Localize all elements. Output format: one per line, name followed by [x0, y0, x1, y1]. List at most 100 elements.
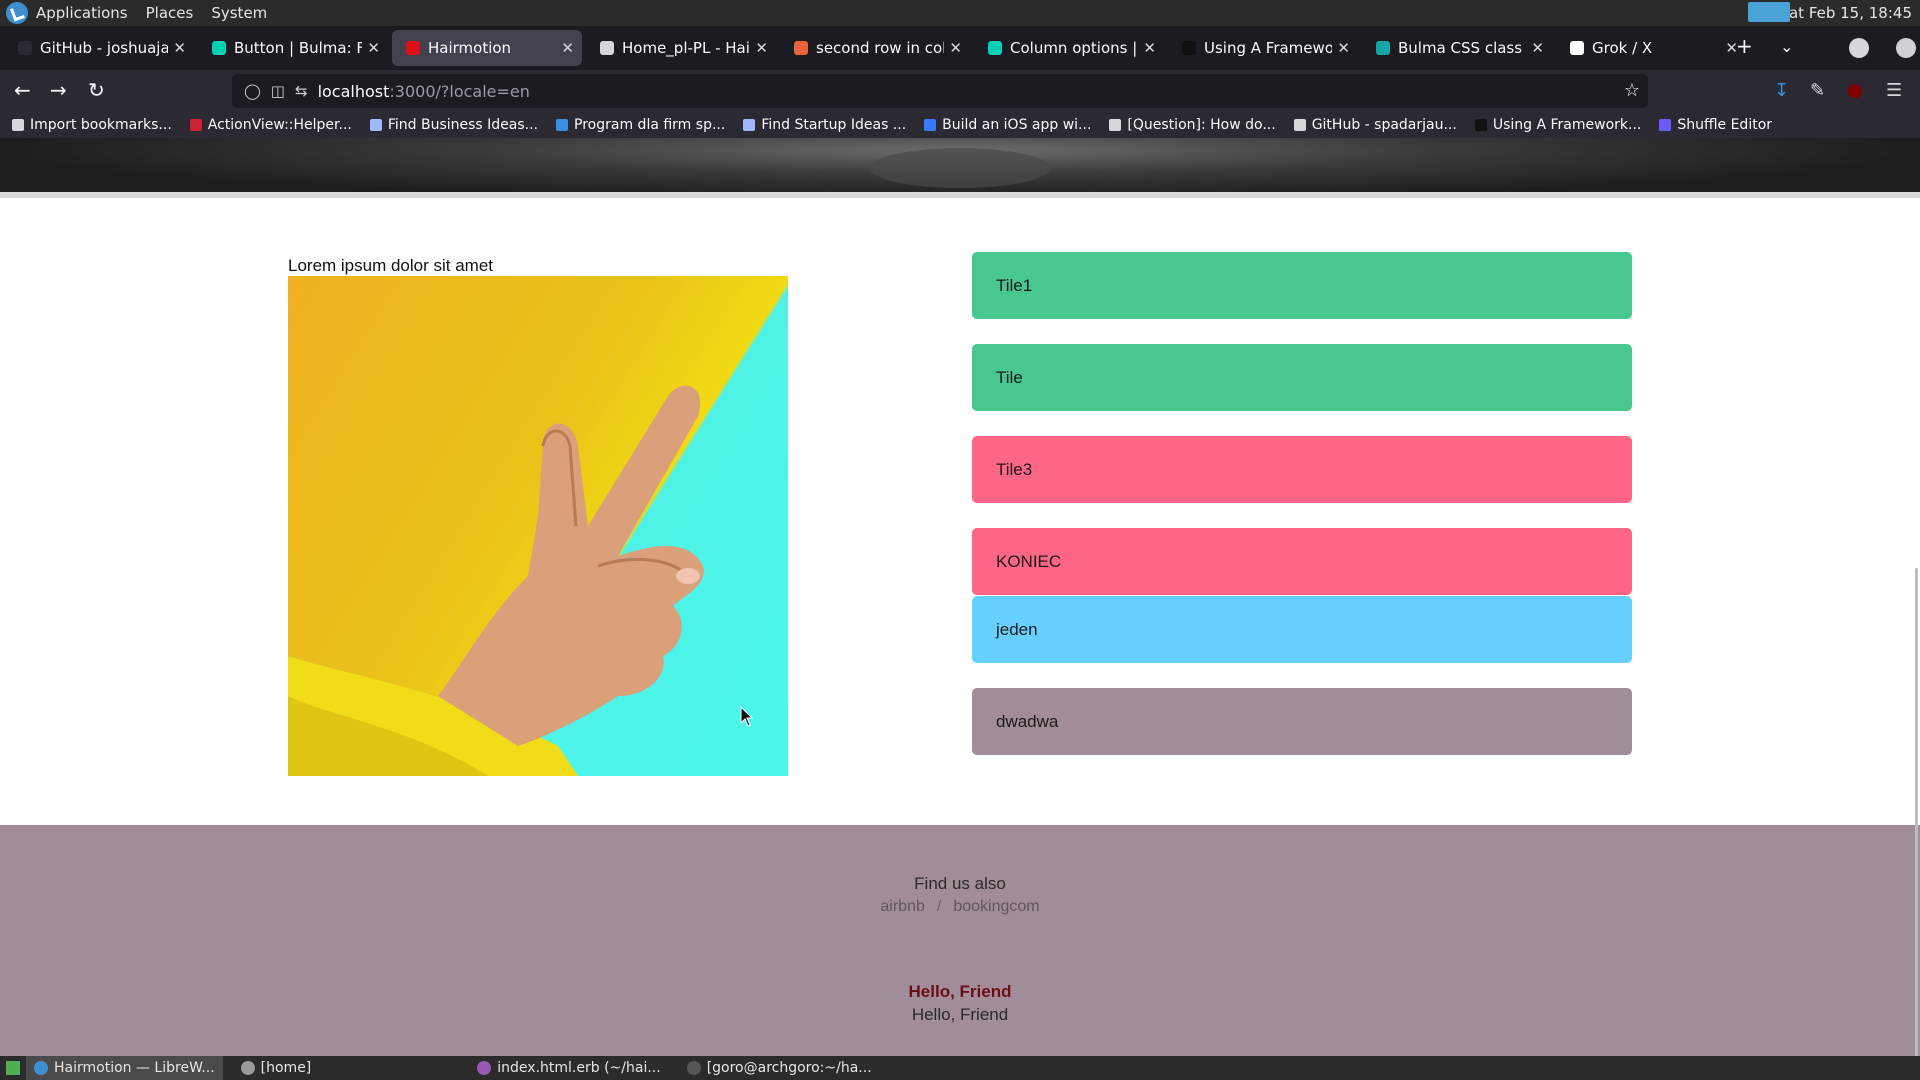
browser-tab[interactable]: Using A Framework ✕	[1168, 30, 1358, 66]
list-all-tabs-icon[interactable]: ⌄	[1780, 37, 1793, 56]
browser-tab[interactable]: Hairmotion ✕	[392, 30, 582, 66]
bookmark-item[interactable]: Import bookmarks...	[12, 117, 172, 133]
tile-tile1: Tile1	[972, 252, 1632, 319]
taskbar-label: Hairmotion — LibreW...	[54, 1060, 215, 1076]
taskbar-item[interactable]: [home]	[233, 1056, 320, 1080]
menu-hamburger-icon[interactable]: ☰	[1886, 80, 1902, 101]
os-menu-places[interactable]: Places	[146, 4, 194, 22]
browser-tab[interactable]: second row in colum ✕	[780, 30, 970, 66]
lorem-heading: Lorem ipsum dolor sit amet	[288, 256, 494, 275]
tab-title: Button | Bulma: Fre	[234, 39, 362, 57]
tab-title: Grok / X	[1592, 39, 1653, 57]
bookmark-label: Using A Framework...	[1492, 117, 1642, 133]
address-bar[interactable]: ◯ ◫ ⇆ localhost:3000/?locale=en ☆	[232, 74, 1648, 108]
tile-label: Tile3	[996, 459, 1033, 479]
close-tab-icon[interactable]: ✕	[1337, 39, 1350, 57]
close-tab-icon[interactable]: ✕	[949, 39, 962, 57]
bookmarks-bar: Import bookmarks... ActionView::Helper...…	[0, 112, 1920, 138]
taskbar-app-icon	[686, 1061, 701, 1075]
tab-favicon-icon	[600, 41, 614, 55]
tab-title: Using A Framework	[1204, 39, 1332, 57]
footer: Find us also airbnb / bookingcom Hello, Fr…	[0, 825, 1920, 1056]
bookmark-label: Import bookmarks...	[30, 117, 172, 133]
distro-logo-icon[interactable]	[6, 2, 28, 24]
bookmark-star-icon[interactable]: ☆	[1624, 80, 1640, 101]
bookmark-item[interactable]: GitHub - spadarjau...	[1293, 117, 1457, 133]
browser-tab[interactable]: Grok / X ✕	[1556, 30, 1746, 66]
tile-tile: Tile	[972, 344, 1632, 411]
browser-tab[interactable]: Home_pl-PL - Hair i ✕	[586, 30, 776, 66]
tile-koniec: KONIEC	[972, 528, 1632, 595]
os-menu-applications[interactable]: Applications	[36, 4, 128, 22]
ublock-icon[interactable]	[1848, 84, 1862, 98]
bookmark-favicon-icon	[1659, 119, 1672, 131]
hero-face-shape	[870, 148, 1050, 188]
mouse-cursor-icon	[740, 706, 754, 727]
bookmark-item[interactable]: Find Business Ideas...	[369, 117, 539, 133]
close-tab-icon[interactable]: ✕	[561, 39, 574, 57]
tab-favicon-icon	[794, 41, 808, 55]
close-tab-icon[interactable]: ✕	[173, 39, 186, 57]
tab-favicon-icon	[1376, 41, 1390, 55]
page-info-icon[interactable]: ◫	[271, 82, 285, 100]
tile-tile3: Tile3	[972, 436, 1632, 503]
bookmark-item[interactable]: ActionView::Helper...	[189, 117, 352, 133]
close-tab-icon[interactable]: ✕	[367, 39, 380, 57]
bookmark-label: Build an iOS app wi...	[942, 117, 1092, 133]
close-tab-icon[interactable]: ✕	[1531, 39, 1544, 57]
browser-tab[interactable]: Bulma CSS class .til ✕	[1362, 30, 1552, 66]
bookmark-item[interactable]: Shuffle Editor	[1659, 117, 1772, 133]
bookmark-item[interactable]: Build an iOS app wi...	[924, 117, 1091, 133]
browser-tab[interactable]: Column options | Bu ✕	[974, 30, 1164, 66]
bookingcom-link[interactable]: bookingcom	[953, 898, 1039, 915]
show-desktop-button[interactable]	[0, 1056, 26, 1080]
account-avatar-icon[interactable]	[1849, 38, 1869, 58]
extensions-icon[interactable]: ✎	[1810, 80, 1825, 101]
bookmark-favicon-icon	[924, 119, 937, 131]
shield-icon[interactable]: ◯	[244, 82, 261, 100]
bookmark-label: Find Business Ideas...	[387, 117, 539, 133]
airbnb-link[interactable]: airbnb	[880, 898, 924, 915]
taskbar-app-icon	[34, 1061, 48, 1075]
new-tab-icon[interactable]: +	[1736, 34, 1753, 58]
find-us-heading: Find us also	[914, 874, 1006, 893]
browser-tab[interactable]: Button | Bulma: Fre ✕	[198, 30, 388, 66]
os-clock[interactable]: Sat Feb 15, 18:45	[1769, 4, 1912, 22]
tile-label: KONIEC	[996, 551, 1062, 571]
browser-tab-strip: GitHub - joshuajans ✕ Button | Bulma: Fre ✕…	[0, 26, 1920, 70]
taskbar-item[interactable]: [goro@archgoro:~/ha...	[679, 1056, 880, 1080]
bookmark-favicon-icon	[1293, 119, 1306, 131]
web-page: Lorem ipsum dolor sit amet Find us also …	[0, 138, 1920, 1056]
bookmark-label: ActionView::Helper...	[207, 117, 352, 133]
taskbar-item[interactable]: index.html.erb (~/hai...	[469, 1056, 668, 1080]
bookmark-label: [Question]: How do...	[1127, 117, 1276, 133]
bookmark-item[interactable]: Using A Framework...	[1474, 117, 1642, 133]
os-taskbar: Hairmotion — LibreW... [home] index.html.e…	[0, 1056, 1920, 1080]
tab-favicon-icon	[1570, 41, 1584, 55]
bookmark-label: GitHub - spadarjau...	[1311, 117, 1457, 133]
bookmark-label: Find Startup Ideas ...	[761, 117, 907, 133]
taskbar-label: [goro@archgoro:~/ha...	[706, 1060, 872, 1076]
close-tab-icon[interactable]: ✕	[1143, 39, 1156, 57]
bookmark-item[interactable]: Program dla firm sp...	[556, 117, 725, 133]
back-arrow-icon[interactable]: ←	[14, 78, 31, 102]
tab-title: second row in colum	[816, 39, 944, 57]
permissions-icon[interactable]: ⇆	[295, 82, 308, 100]
hello-friend-bold: Hello, Friend	[908, 982, 1012, 1001]
clock-text: Sat Feb 15, 18:45	[1779, 4, 1912, 22]
tray-browser-icon[interactable]	[1748, 2, 1790, 22]
taskbar-label: [home]	[260, 1060, 312, 1076]
bookmark-item[interactable]: Find Startup Ideas ...	[743, 117, 906, 133]
close-tab-icon[interactable]: ✕	[755, 39, 768, 57]
taskbar-item[interactable]: Hairmotion — LibreW...	[26, 1056, 223, 1080]
os-menu-system[interactable]: System	[211, 4, 267, 22]
page-scrollbar[interactable]	[1915, 568, 1918, 1056]
forward-arrow-icon[interactable]: →	[50, 78, 67, 102]
downloads-icon[interactable]: ↧	[1774, 80, 1789, 101]
browser-tab[interactable]: GitHub - joshuajans ✕	[4, 30, 194, 66]
tile-dwadwa: dwadwa	[972, 688, 1632, 755]
tab-favicon-icon	[212, 41, 226, 55]
reload-icon[interactable]: ↻	[88, 78, 105, 102]
close-window-icon[interactable]	[1896, 38, 1916, 58]
bookmark-item[interactable]: [Question]: How do...	[1109, 117, 1276, 133]
